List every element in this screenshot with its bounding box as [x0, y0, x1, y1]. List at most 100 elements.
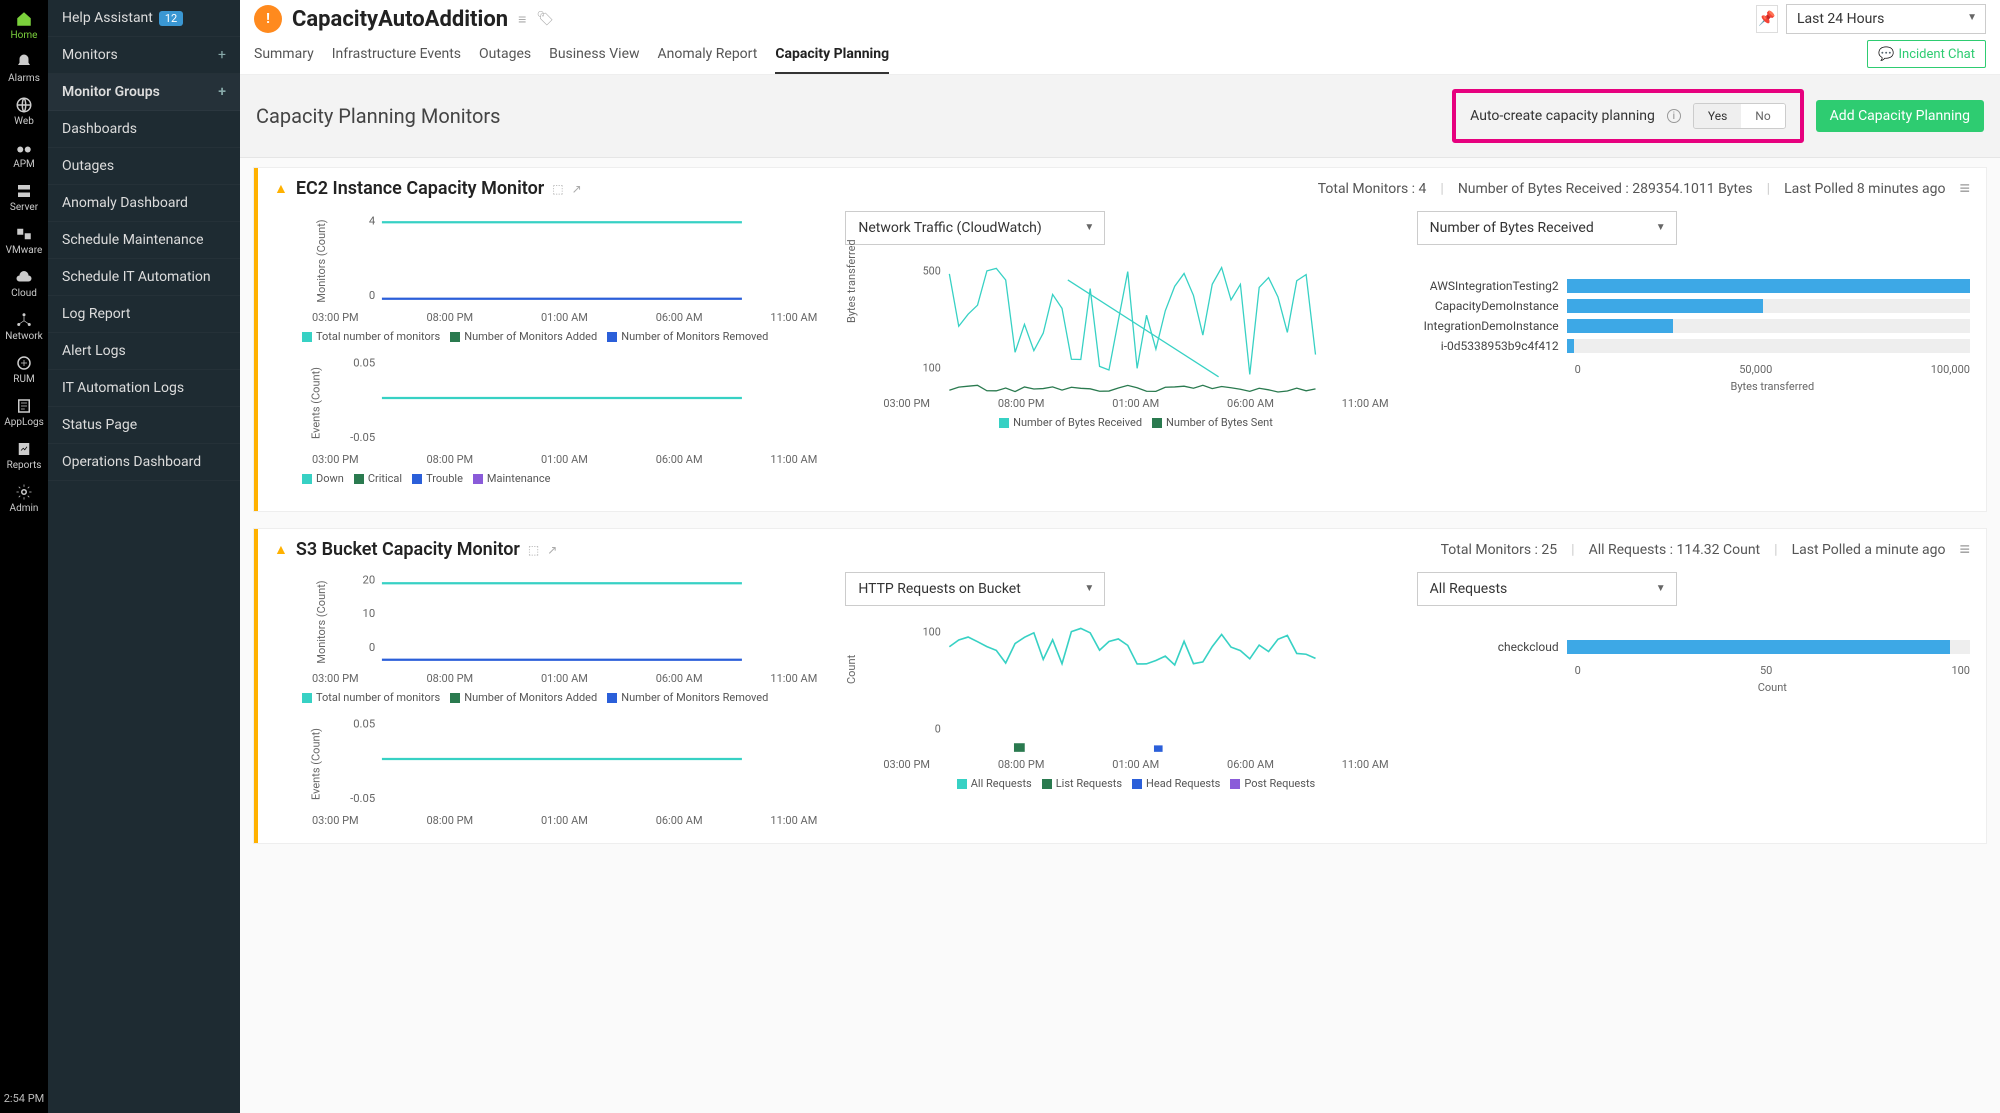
rail-vmware[interactable]: VMware — [0, 219, 48, 262]
mini-line-chart: 40Monitors (Count) — [274, 211, 827, 311]
nav-item-dashboards[interactable]: Dashboards — [48, 111, 240, 148]
svg-text:100: 100 — [923, 361, 941, 374]
gear-icon — [15, 483, 33, 501]
nav-item-help-assistant[interactable]: Help Assistant12 — [48, 0, 240, 37]
capacity-card: ▲EC2 Instance Capacity Monitor⬚↗Total Mo… — [254, 168, 1986, 511]
auto-create-toggle[interactable]: Yes No — [1693, 103, 1786, 129]
section-bar: Capacity Planning Monitors Auto-create c… — [240, 75, 2000, 158]
tab-outages[interactable]: Outages — [479, 40, 531, 74]
svg-text:100: 100 — [923, 626, 941, 639]
auto-create-label: Auto-create capacity planning — [1470, 108, 1655, 124]
rail-rum[interactable]: RUM — [0, 348, 48, 391]
rail-applogs[interactable]: AppLogs — [0, 391, 48, 434]
reports-icon — [15, 440, 33, 458]
nav-item-schedule-it-automation[interactable]: Schedule IT Automation — [48, 259, 240, 296]
rail-label: Alarms — [8, 73, 40, 84]
time-range-select[interactable]: Last 24 Hours — [1786, 4, 1986, 34]
card-title[interactable]: EC2 Instance Capacity Monitor — [296, 178, 544, 199]
bar-track — [1567, 279, 1970, 293]
card-header: ▲S3 Bucket Capacity Monitor⬚↗Total Monit… — [274, 539, 1970, 566]
legend: DownCriticalTroubleMaintenance — [274, 466, 827, 495]
legend-item: Post Requests — [1230, 777, 1315, 790]
tab-infrastructure-events[interactable]: Infrastructure Events — [332, 40, 461, 74]
rail-admin[interactable]: Admin — [0, 477, 48, 520]
svg-text:0: 0 — [369, 641, 375, 654]
tab-capacity-planning[interactable]: Capacity Planning — [775, 40, 889, 74]
tab-summary[interactable]: Summary — [254, 40, 314, 74]
nav-item-it-automation-logs[interactable]: IT Automation Logs — [48, 370, 240, 407]
plus-icon[interactable]: + — [218, 47, 226, 63]
x-ticks: 03:00 PM08:00 PM01:00 AM06:00 AM11:00 AM — [274, 311, 827, 324]
bar-row: CapacityDemoInstance — [1417, 299, 1970, 313]
toggle-yes[interactable]: Yes — [1694, 104, 1741, 128]
nav-label: Status Page — [62, 417, 137, 433]
bar-fill — [1567, 279, 1970, 293]
rail-label: Web — [14, 116, 34, 127]
bar-row: AWSIntegrationTesting2 — [1417, 279, 1970, 293]
cube-icon[interactable]: ⬚ — [528, 543, 539, 557]
legend: Total number of monitorsNumber of Monito… — [274, 324, 827, 353]
menu-icon[interactable]: ≡ — [518, 11, 526, 28]
tag-icon[interactable]: 🏷 — [536, 11, 554, 27]
legend-item: Number of Monitors Removed — [607, 330, 768, 343]
y-axis-label: Events (Count) — [310, 728, 323, 800]
page-title: CapacityAutoAddition — [292, 7, 508, 32]
legend-item: Number of Bytes Sent — [1152, 416, 1273, 429]
auto-create-highlight: Auto-create capacity planning i Yes No — [1452, 89, 1804, 143]
tab-anomaly-report[interactable]: Anomaly Report — [658, 40, 758, 74]
rail-apm[interactable]: APM — [0, 133, 48, 176]
svg-text:-0.05: -0.05 — [350, 792, 375, 805]
cube-icon[interactable]: ⬚ — [552, 182, 563, 196]
plus-icon[interactable]: + — [218, 84, 226, 100]
nav-item-monitors[interactable]: Monitors+ — [48, 37, 240, 74]
bar-label: IntegrationDemoInstance — [1417, 319, 1567, 333]
nav-label: Outages — [62, 158, 114, 174]
nav-item-anomaly-dashboard[interactable]: Anomaly Dashboard — [48, 185, 240, 222]
nav-item-status-page[interactable]: Status Page — [48, 407, 240, 444]
line-chart: Count100003:00 PM08:00 PM01:00 AM06:00 A… — [845, 614, 1398, 774]
info-icon[interactable]: i — [1667, 109, 1681, 123]
y-axis-label: Bytes transferred — [845, 239, 858, 323]
y-axis-label: Events (Count) — [310, 367, 323, 439]
incident-chat-button[interactable]: 💬 Incident Chat — [1867, 40, 1986, 68]
nav-label: Log Report — [62, 306, 130, 322]
metric-select[interactable]: Number of Bytes Received — [1417, 211, 1677, 245]
chart-type-select[interactable]: Network Traffic (CloudWatch) — [845, 211, 1105, 245]
metric-select[interactable]: All Requests — [1417, 572, 1677, 606]
toggle-no[interactable]: No — [1741, 104, 1784, 128]
nav-item-outages[interactable]: Outages — [48, 148, 240, 185]
rail-home[interactable]: Home — [0, 4, 48, 47]
nav-label: Help Assistant12 — [62, 10, 183, 26]
card-menu-icon[interactable]: ≡ — [1959, 178, 1970, 199]
rail-label: Reports — [7, 460, 42, 471]
rail-server[interactable]: Server — [0, 176, 48, 219]
card-menu-icon[interactable]: ≡ — [1959, 539, 1970, 560]
right-column: All Requestscheckcloud050100Count — [1417, 572, 1970, 827]
card-stat: Total Monitors : 25 — [1441, 542, 1558, 558]
bar-fill — [1567, 299, 1764, 313]
nav-item-schedule-maintenance[interactable]: Schedule Maintenance — [48, 222, 240, 259]
nav-item-operations-dashboard[interactable]: Operations Dashboard — [48, 444, 240, 481]
nav-item-monitor-groups[interactable]: Monitor Groups+ — [48, 74, 240, 111]
chart-type-select[interactable]: HTTP Requests on Bucket — [845, 572, 1105, 606]
card-stats: Total Monitors : 4|Number of Bytes Recei… — [1318, 178, 1970, 199]
external-link-icon[interactable]: ↗ — [572, 182, 582, 196]
rail-web[interactable]: Web — [0, 90, 48, 133]
tabs: Summary Infrastructure Events Outages Busin… — [240, 34, 2000, 75]
external-link-icon[interactable]: ↗ — [547, 543, 557, 557]
rail-reports[interactable]: Reports — [0, 434, 48, 477]
rail-cloud[interactable]: Cloud — [0, 262, 48, 305]
rail-alarms[interactable]: Alarms — [0, 47, 48, 90]
add-capacity-planning-button[interactable]: Add Capacity Planning — [1816, 100, 1984, 132]
nav-item-log-report[interactable]: Log Report — [48, 296, 240, 333]
nav-item-alert-logs[interactable]: Alert Logs — [48, 333, 240, 370]
bar-x-ticks: 050,000100,000 — [1417, 359, 1970, 376]
mini-line-chart: 0.05-0.05Events (Count) — [274, 714, 827, 814]
nav-label: Schedule IT Automation — [62, 269, 211, 285]
tab-business-view[interactable]: Business View — [549, 40, 639, 74]
pin-icon[interactable]: 📌 — [1756, 5, 1778, 33]
main: ! CapacityAutoAddition ≡ 🏷 📌 Last 24 Hou… — [240, 0, 2000, 1113]
rail-network[interactable]: Network — [0, 305, 48, 348]
x-ticks: 03:00 PM08:00 PM01:00 AM06:00 AM11:00 AM — [845, 397, 1398, 410]
card-title[interactable]: S3 Bucket Capacity Monitor — [296, 539, 520, 560]
